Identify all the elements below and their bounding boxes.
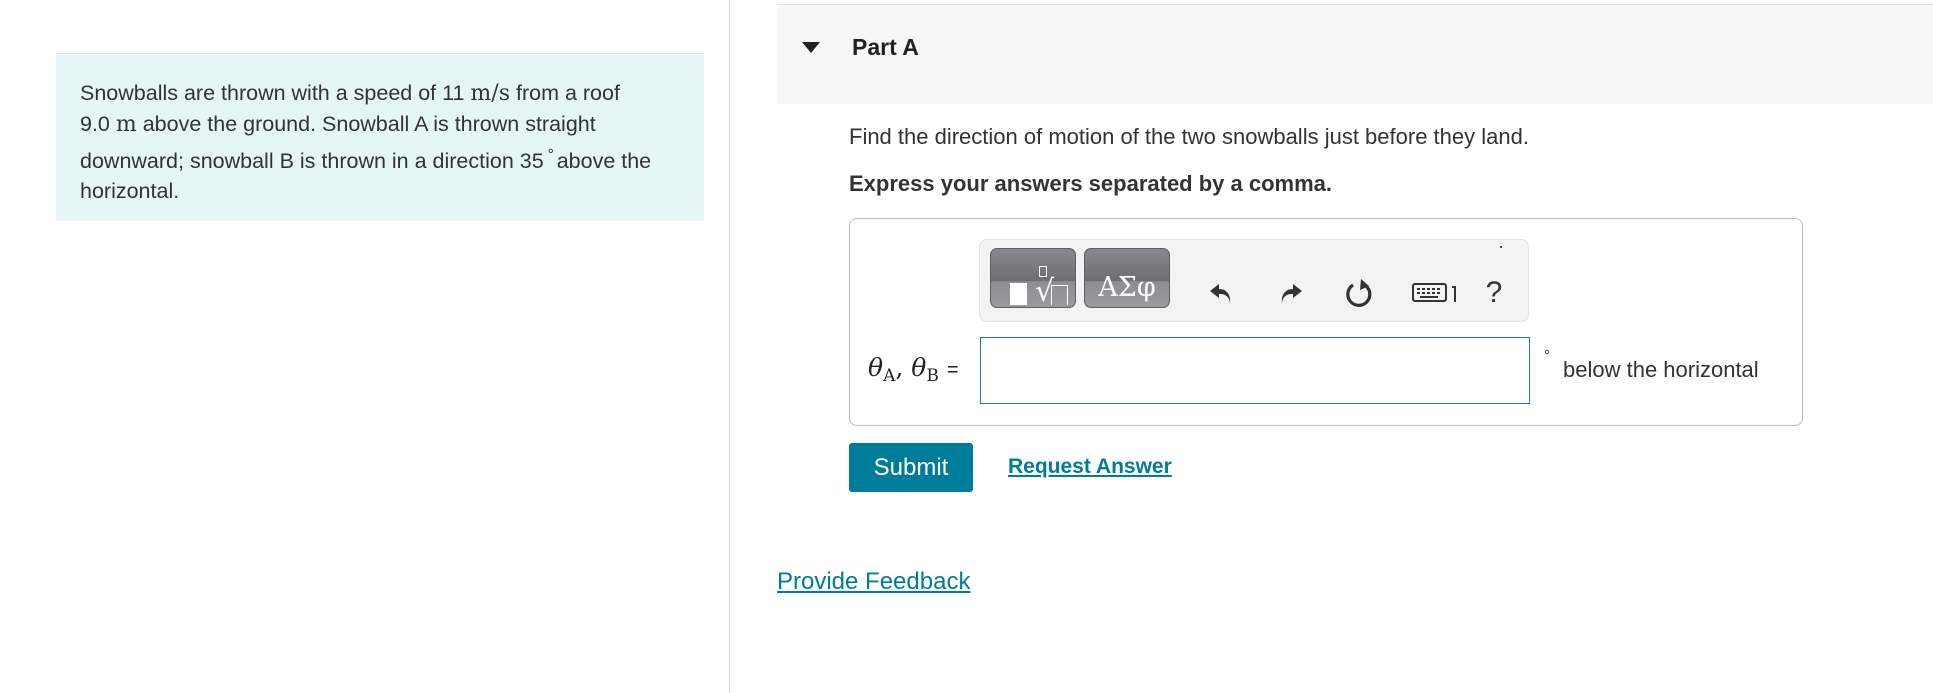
problem-text: from a roof bbox=[510, 81, 620, 105]
toolbar-dot bbox=[1500, 246, 1502, 248]
problem-column: Snowballs are thrown with a speed of 11 … bbox=[0, 0, 729, 693]
theta-b: θ bbox=[911, 353, 927, 382]
greek-symbols-icon: ΑΣφ bbox=[1098, 272, 1156, 303]
request-answer-link[interactable]: Request Answer bbox=[1008, 455, 1172, 479]
reset-icon bbox=[1346, 279, 1372, 307]
templates-icon bbox=[1010, 283, 1027, 305]
subscript-a: A bbox=[883, 366, 896, 386]
subscript-b: B bbox=[926, 366, 939, 386]
height-value: 9.0 bbox=[80, 112, 116, 136]
problem-text: above the ground. Snowball A is thrown s… bbox=[80, 112, 596, 173]
caret-down-icon[interactable] bbox=[802, 42, 820, 53]
help-button[interactable]: ? bbox=[1477, 276, 1511, 310]
undo-button[interactable] bbox=[1204, 276, 1238, 310]
templates-button[interactable]: √ bbox=[990, 248, 1076, 308]
height-unit: m bbox=[115, 112, 137, 137]
theta-a: θ bbox=[868, 353, 884, 382]
part-header[interactable]: Part A bbox=[777, 4, 1933, 104]
part-column: Part A Find the direction of motion of t… bbox=[777, 0, 1933, 693]
column-divider bbox=[729, 0, 730, 693]
provide-feedback-link[interactable]: Provide Feedback bbox=[777, 568, 970, 596]
answer-input[interactable] bbox=[980, 337, 1530, 404]
answer-box: √ ΑΣφ ? θA, θB = ° below the horizontal bbox=[849, 218, 1803, 426]
answer-label: θA, θB = bbox=[868, 353, 959, 386]
reset-button[interactable] bbox=[1343, 276, 1377, 310]
problem-text: Snowballs are thrown with a speed of 11 bbox=[80, 81, 471, 105]
keyboard-button[interactable] bbox=[1412, 276, 1462, 310]
redo-icon bbox=[1281, 284, 1302, 303]
math-toolbar: √ ΑΣφ ? bbox=[979, 239, 1529, 322]
submit-button[interactable]: Submit bbox=[849, 443, 973, 492]
equals-sign: = bbox=[946, 359, 959, 381]
unit-label: below the horizontal bbox=[1563, 357, 1759, 382]
speed-unit: m/s bbox=[470, 81, 510, 106]
question-prompt: Find the direction of motion of the two … bbox=[849, 124, 1529, 149]
redo-button[interactable] bbox=[1274, 276, 1308, 310]
part-title: Part A bbox=[852, 34, 919, 60]
help-icon: ? bbox=[1485, 276, 1503, 309]
undo-icon bbox=[1210, 284, 1231, 303]
symbols-button[interactable]: ΑΣφ bbox=[1084, 248, 1170, 308]
degree-symbol: ° bbox=[547, 146, 554, 163]
keyboard-icon bbox=[1412, 283, 1456, 302]
problem-statement: Snowballs are thrown with a speed of 11 … bbox=[56, 53, 704, 221]
answer-instruction: Express your answers separated by a comm… bbox=[849, 171, 1333, 196]
radicand-box bbox=[1051, 285, 1068, 305]
unit-degree: ° bbox=[1544, 347, 1550, 364]
separator: , bbox=[895, 353, 912, 382]
